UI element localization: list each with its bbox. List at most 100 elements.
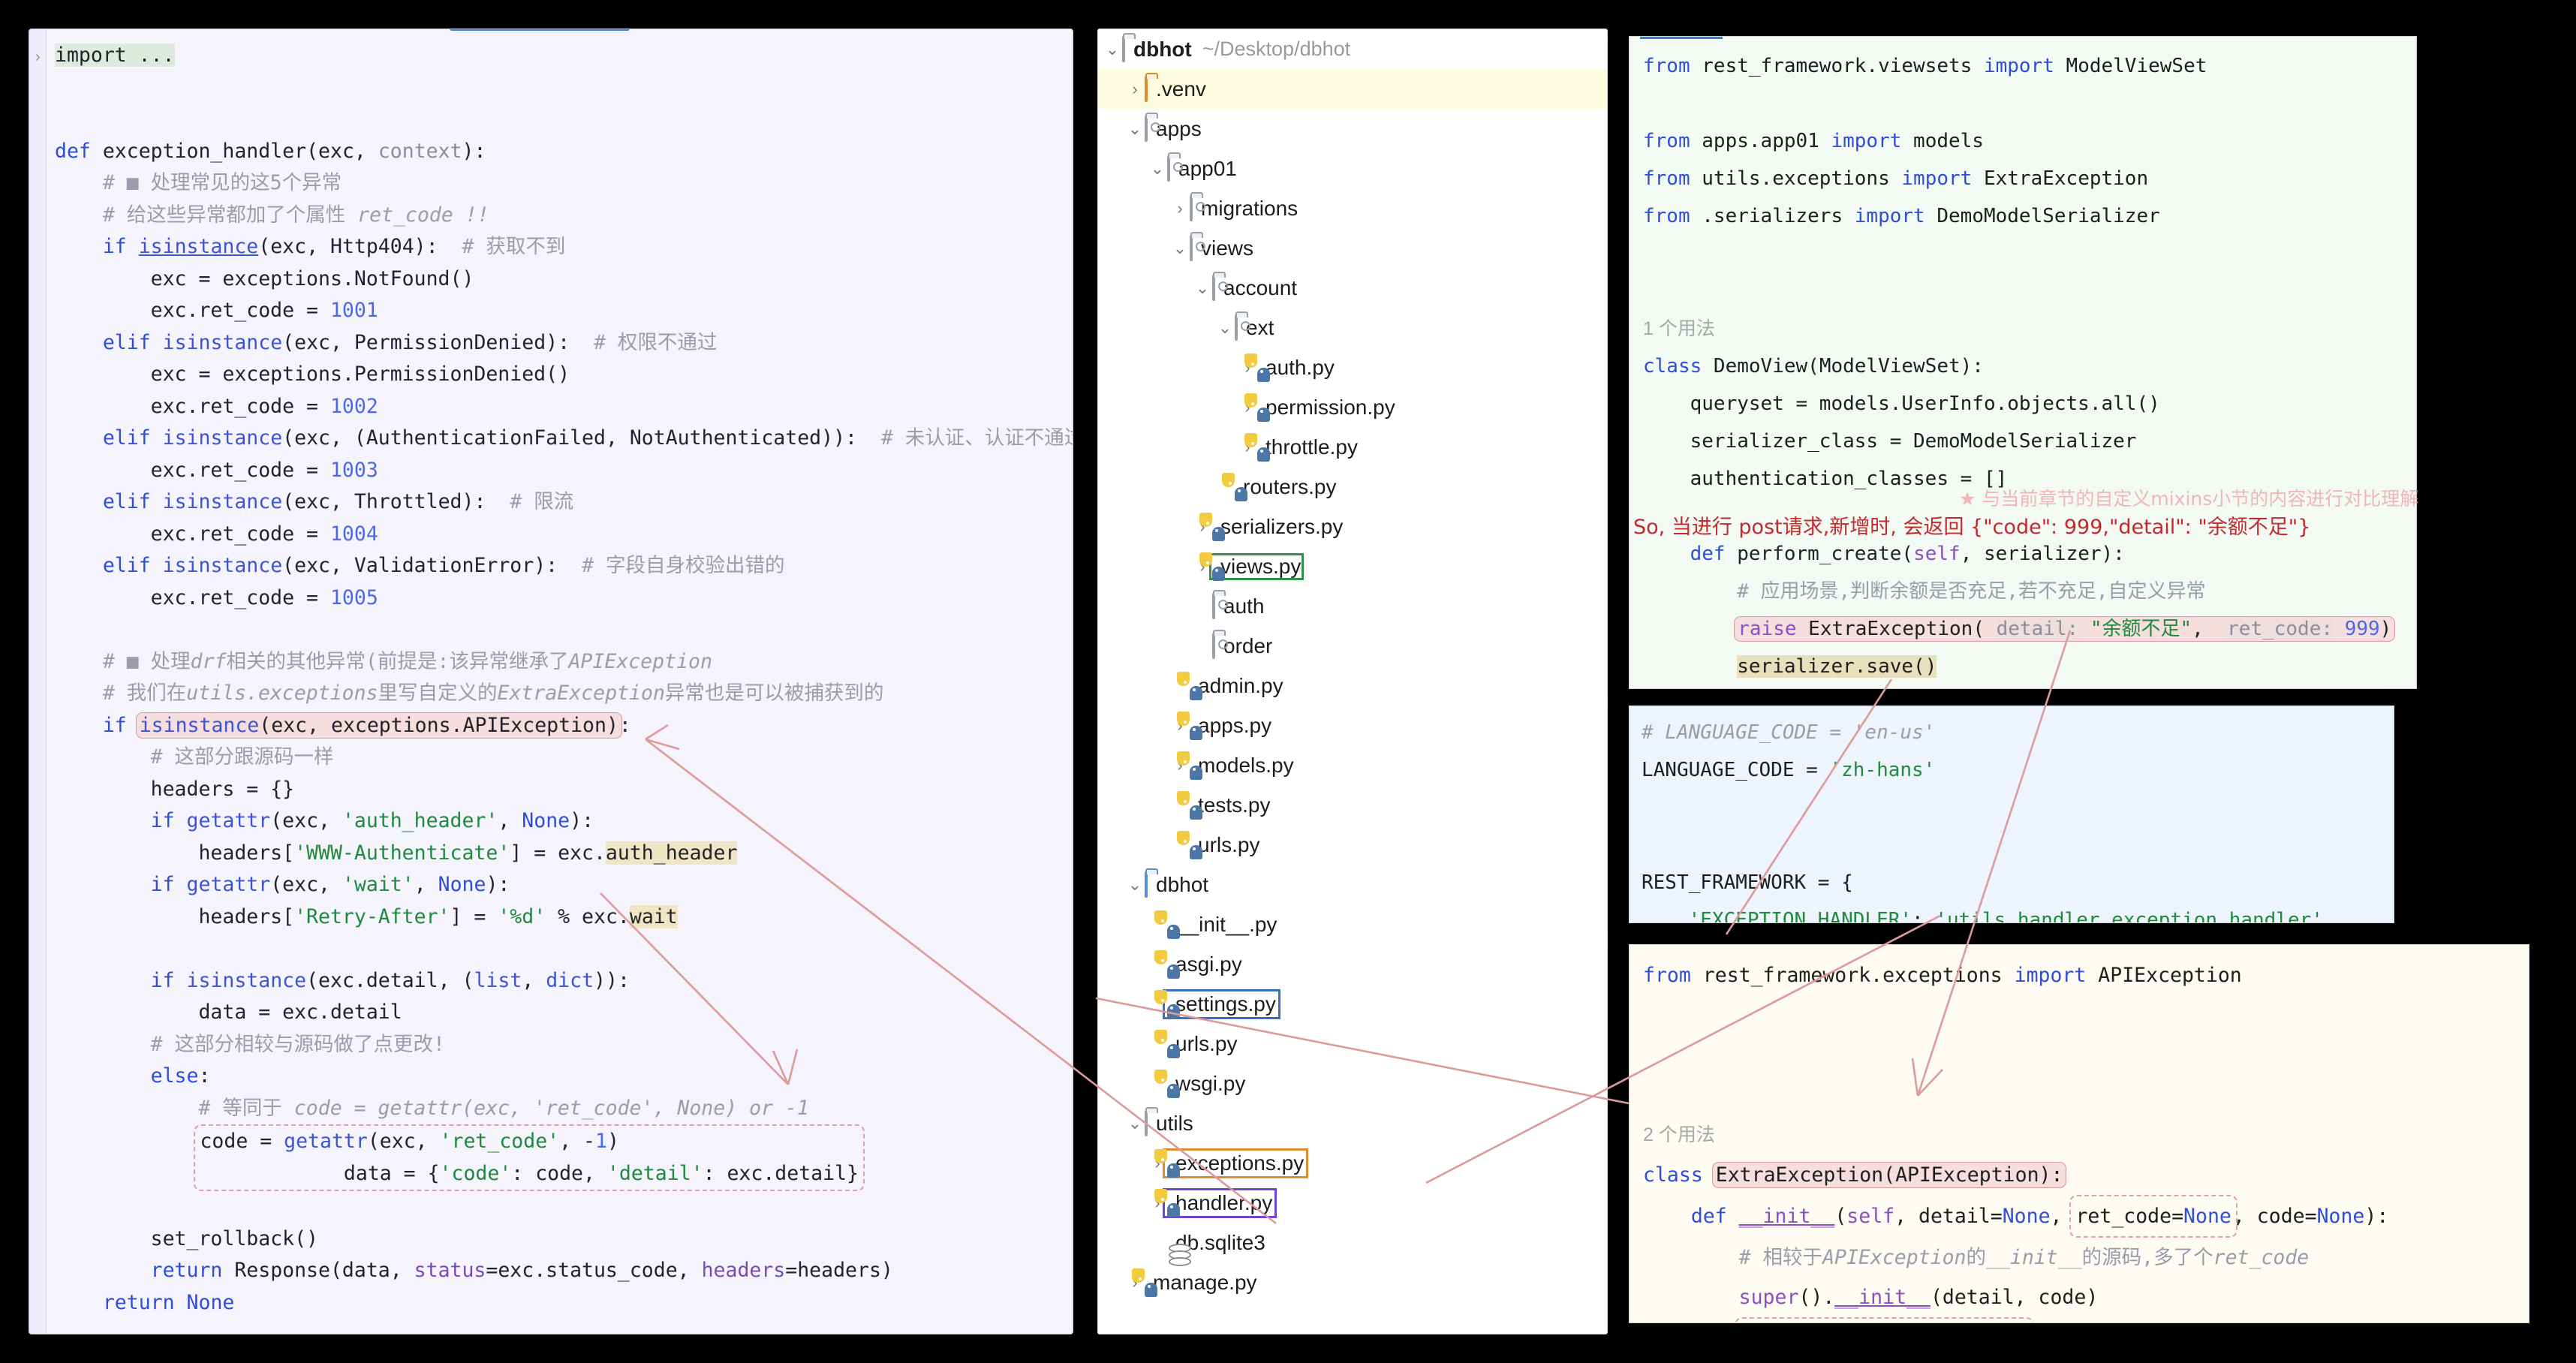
tree-item-models-py[interactable]: ›models.py bbox=[1098, 745, 1607, 785]
tree-item-db-sqlite3[interactable]: ›db.sqlite3 bbox=[1098, 1223, 1607, 1262]
tree-item-content[interactable]: .venv bbox=[1145, 77, 1206, 101]
tree-item-content[interactable]: db.sqlite3 bbox=[1167, 1232, 1265, 1253]
tree-item-content[interactable]: exceptions.py bbox=[1167, 1153, 1304, 1174]
tree-item-content[interactable]: views bbox=[1190, 236, 1253, 260]
tree-item-manage-py[interactable]: ›manage.py bbox=[1098, 1262, 1607, 1302]
tree-item-auth[interactable]: ›auth bbox=[1098, 586, 1607, 626]
settings-code-text[interactable]: # LANGUAGE_CODE = 'en-us' LANGUAGE_CODE … bbox=[1642, 714, 2335, 923]
handler-editor-panel[interactable]: › import ... def exception_handler(exc, … bbox=[29, 29, 1073, 1334]
tree-item-content[interactable]: utils bbox=[1145, 1112, 1193, 1136]
tree-item-admin-py[interactable]: ›admin.py bbox=[1098, 666, 1607, 706]
tree-item-handler-py[interactable]: ›handler.py bbox=[1098, 1183, 1607, 1223]
tree-item-apps[interactable]: ⌄apps bbox=[1098, 109, 1607, 149]
tree-item-content[interactable]: account bbox=[1212, 276, 1297, 300]
tree-item--init-py[interactable]: ›__init__.py bbox=[1098, 904, 1607, 944]
import-fold-label[interactable]: import ... bbox=[55, 44, 175, 67]
tree-item-content[interactable]: dbhot bbox=[1145, 873, 1208, 897]
exceptions-editor-panel[interactable]: from rest_framework.exceptions import AP… bbox=[1629, 944, 2529, 1323]
tree-item--venv[interactable]: ›.venv bbox=[1098, 69, 1607, 109]
tree-item-content[interactable]: ext bbox=[1235, 316, 1274, 340]
tree-item-label: handler.py bbox=[1175, 1193, 1272, 1214]
tree-item-content[interactable]: wsgi.py bbox=[1167, 1073, 1245, 1094]
fold-chevron-icon[interactable]: › bbox=[35, 49, 41, 66]
tree-item-dbhot[interactable]: ⌄dbhot bbox=[1098, 865, 1607, 904]
chevron-down-icon[interactable]: ⌄ bbox=[1170, 239, 1190, 258]
chevron-right-icon[interactable]: › bbox=[1125, 80, 1145, 99]
tree-item-content[interactable]: apps bbox=[1145, 117, 1202, 141]
tree-item-views-py[interactable]: ›views.py bbox=[1098, 546, 1607, 586]
tree-item-auth-py[interactable]: ›auth.py bbox=[1098, 348, 1607, 387]
tree-item-content[interactable]: apps.py bbox=[1190, 715, 1271, 736]
tree-item-content[interactable]: order bbox=[1212, 634, 1272, 658]
tree-item-label: tests.py bbox=[1198, 795, 1270, 816]
tree-item-content[interactable]: urls.py bbox=[1167, 1034, 1237, 1055]
tree-item-asgi-py[interactable]: ›asgi.py bbox=[1098, 944, 1607, 984]
tree-item-label: models.py bbox=[1198, 755, 1294, 776]
tree-item-ext[interactable]: ⌄ext bbox=[1098, 308, 1607, 348]
tree-item-account[interactable]: ⌄account bbox=[1098, 268, 1607, 308]
editor-gutter[interactable] bbox=[29, 29, 47, 1334]
tree-item-views[interactable]: ⌄views bbox=[1098, 228, 1607, 268]
tree-item-content[interactable]: routers.py bbox=[1235, 477, 1337, 498]
tree-item-content[interactable]: throttle.py bbox=[1257, 437, 1358, 458]
handler-code-text[interactable]: import ... def exception_handler(exc, co… bbox=[55, 40, 1073, 1319]
tree-item-exceptions-py[interactable]: ›exceptions.py bbox=[1098, 1143, 1607, 1183]
tree-item-content[interactable]: models.py bbox=[1190, 755, 1294, 776]
exceptions-usage-label: 2 个用法 bbox=[1643, 1124, 1715, 1145]
chevron-down-icon[interactable]: ⌄ bbox=[1148, 159, 1167, 179]
tree-item-content[interactable]: admin.py bbox=[1190, 675, 1283, 697]
tree-item-permission-py[interactable]: ›permission.py bbox=[1098, 387, 1607, 427]
folder-orange-icon bbox=[1145, 77, 1148, 101]
settings-editor-panel[interactable]: # LANGUAGE_CODE = 'en-us' LANGUAGE_CODE … bbox=[1629, 706, 2394, 923]
chevron-down-icon[interactable]: ⌄ bbox=[1125, 119, 1145, 139]
tree-item-content[interactable]: permission.py bbox=[1257, 397, 1395, 418]
chevron-down-icon[interactable]: ⌄ bbox=[1103, 40, 1122, 59]
tree-root-row[interactable]: ⌄ dbhot ~/Desktop/dbhot bbox=[1098, 29, 1607, 69]
tree-item-tests-py[interactable]: ›tests.py bbox=[1098, 785, 1607, 825]
tree-item-content[interactable]: auth.py bbox=[1257, 357, 1335, 378]
tree-item-content[interactable]: migrations bbox=[1190, 197, 1298, 221]
chevron-right-icon[interactable]: › bbox=[1170, 199, 1190, 218]
ret-code-param-dashed: ret_code=None bbox=[2069, 1195, 2237, 1238]
folder-module-icon bbox=[1190, 236, 1193, 260]
tree-item-content[interactable]: views.py bbox=[1212, 556, 1301, 577]
tree-item-serializers-py[interactable]: ›serializers.py bbox=[1098, 507, 1607, 546]
chevron-down-icon[interactable]: ⌄ bbox=[1125, 1114, 1145, 1133]
tree-item-order[interactable]: ›order bbox=[1098, 626, 1607, 666]
folder-module-icon bbox=[1167, 157, 1170, 181]
chevron-down-icon[interactable]: ⌄ bbox=[1193, 278, 1212, 298]
chevron-down-icon[interactable]: ⌄ bbox=[1125, 875, 1145, 895]
tree-item-apps-py[interactable]: ›apps.py bbox=[1098, 706, 1607, 745]
tree-item-content[interactable]: manage.py bbox=[1145, 1272, 1257, 1293]
tree-items[interactable]: ›.venv⌄apps⌄app01›migrations⌄views⌄accou… bbox=[1098, 69, 1607, 1302]
tree-item-content[interactable]: auth bbox=[1212, 594, 1265, 618]
extraexception-class-highlight: ExtraException(APIException): bbox=[1712, 1162, 2067, 1188]
tree-item-app01[interactable]: ⌄app01 bbox=[1098, 149, 1607, 188]
project-tree-panel[interactable]: ⌄ dbhot ~/Desktop/dbhot ›.venv⌄apps⌄app0… bbox=[1097, 29, 1608, 1334]
tree-item-wsgi-py[interactable]: ›wsgi.py bbox=[1098, 1064, 1607, 1103]
views-code-text[interactable]: from rest_framework.viewsets import Mode… bbox=[1643, 47, 2392, 685]
tree-item-content[interactable]: handler.py bbox=[1167, 1193, 1272, 1214]
views-usage-label: 1 个用法 bbox=[1643, 318, 1715, 339]
tree-item-throttle-py[interactable]: ›throttle.py bbox=[1098, 427, 1607, 467]
tree-item-content[interactable]: settings.py bbox=[1167, 994, 1276, 1015]
exceptions-code-text[interactable]: from rest_framework.exceptions import AP… bbox=[1643, 955, 2388, 1323]
views-editor-panel[interactable]: from rest_framework.viewsets import Mode… bbox=[1629, 36, 2417, 689]
tree-item-label: migrations bbox=[1201, 198, 1298, 219]
tree-item-urls-py[interactable]: ›urls.py bbox=[1098, 1024, 1607, 1064]
tree-item-content[interactable]: serializers.py bbox=[1212, 516, 1343, 537]
tree-item-routers-py[interactable]: ›routers.py bbox=[1098, 467, 1607, 507]
tree-item-content[interactable]: app01 bbox=[1167, 157, 1237, 181]
tree-item-content[interactable]: tests.py bbox=[1190, 795, 1270, 816]
tree-item-settings-py[interactable]: ›settings.py bbox=[1098, 984, 1607, 1024]
tree-item-migrations[interactable]: › migrations bbox=[1098, 188, 1607, 228]
folder-module-icon bbox=[1145, 117, 1148, 141]
tree-item-content[interactable]: asgi.py bbox=[1167, 954, 1242, 975]
folder-module-icon bbox=[1212, 594, 1215, 618]
tree-item-label: exceptions.py bbox=[1175, 1153, 1304, 1174]
tree-item-content[interactable]: urls.py bbox=[1190, 835, 1259, 856]
chevron-down-icon[interactable]: ⌄ bbox=[1215, 318, 1235, 338]
tree-item-content[interactable]: __init__.py bbox=[1167, 914, 1277, 935]
tree-item-urls-py[interactable]: ›urls.py bbox=[1098, 825, 1607, 865]
tree-item-utils[interactable]: ⌄utils bbox=[1098, 1103, 1607, 1143]
